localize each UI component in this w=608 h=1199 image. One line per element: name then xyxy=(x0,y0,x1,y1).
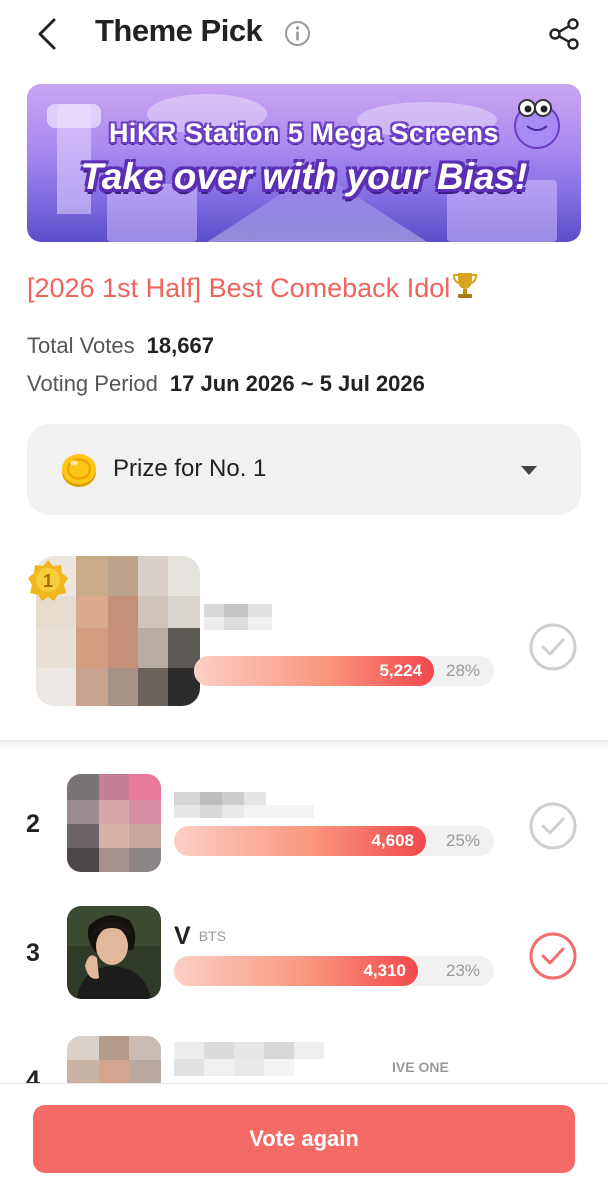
info-icon[interactable] xyxy=(284,20,311,47)
voting-period-label: Voting Period xyxy=(27,371,158,396)
total-votes-label: Total Votes xyxy=(27,333,135,358)
vote-count: 4,310 xyxy=(363,961,406,980)
section-divider xyxy=(0,740,608,750)
vote-bar-fill: 5,224 xyxy=(194,656,434,686)
vote-count: 5,224 xyxy=(379,661,422,680)
artist-name-text: V xyxy=(174,922,191,950)
rank-1-medal-icon: 1 xyxy=(28,560,68,601)
total-votes-row: Total Votes 18,667 xyxy=(27,333,214,359)
share-icon[interactable] xyxy=(546,16,582,52)
vote-check-icon-selected[interactable] xyxy=(528,931,578,981)
rank-number: 3 xyxy=(26,939,40,967)
bottom-action-bar: Vote again xyxy=(0,1083,608,1199)
coin-icon xyxy=(62,454,96,487)
artist-avatar xyxy=(67,1036,161,1083)
vote-again-button[interactable]: Vote again xyxy=(33,1105,575,1173)
voting-period-value: 17 Jun 2026 ~ 5 Jul 2026 xyxy=(169,371,425,396)
page-title: Theme Pick xyxy=(95,13,263,48)
svg-text:1: 1 xyxy=(43,571,53,591)
artist-name-blurred xyxy=(174,1042,384,1076)
trophy-icon xyxy=(453,273,478,298)
ranking-item-1: 1 5,224 28% xyxy=(0,540,608,740)
event-title: [2026 1st Half] Best Comeback Idol xyxy=(27,270,478,304)
vote-bar-fill: 4,608 xyxy=(174,826,426,856)
vote-check-icon[interactable] xyxy=(528,622,578,672)
banner-headline: HiKR Station 5 Mega Screens xyxy=(108,118,500,148)
vote-count: 4,608 xyxy=(371,831,414,850)
promo-banner[interactable]: HiKR Station 5 Mega Screens Take over wi… xyxy=(27,84,581,242)
vote-bar-track: 5,224 28% xyxy=(194,656,494,686)
artist-avatar xyxy=(67,906,161,999)
artist-name-blurred xyxy=(174,792,314,818)
vote-percent: 23% xyxy=(446,961,481,980)
header-bar: Theme Pick xyxy=(0,0,608,68)
total-votes-value: 18,667 xyxy=(146,333,214,358)
chevron-down-icon xyxy=(521,466,537,475)
artist-name-blurred xyxy=(204,604,272,630)
voting-period-row: Voting Period 17 Jun 2026 ~ 5 Jul 2026 xyxy=(27,371,425,397)
vote-percent: 28% xyxy=(446,661,481,680)
vote-bar-track: 4,310 23% xyxy=(174,956,494,986)
vote-bar-fill: 4,310 xyxy=(174,956,418,986)
prize-label: Prize for No. 1 xyxy=(113,455,267,482)
banner-tagline: Take over with your Bias! xyxy=(80,156,528,197)
event-title-text: [2026 1st Half] Best Comeback Idol xyxy=(27,273,451,303)
artist-avatar xyxy=(67,774,161,872)
vote-percent: 25% xyxy=(446,831,481,850)
group-name: IVE ONE xyxy=(392,1059,449,1075)
rank-number: 2 xyxy=(26,810,40,838)
back-arrow-icon[interactable] xyxy=(30,14,66,54)
group-name: BTS xyxy=(198,928,226,944)
vote-check-icon[interactable] xyxy=(528,801,578,851)
artist-name: V BTS xyxy=(174,922,226,951)
vote-bar-track: 4,608 25% xyxy=(174,826,494,856)
prize-dropdown[interactable]: Prize for No. 1 xyxy=(27,424,581,515)
